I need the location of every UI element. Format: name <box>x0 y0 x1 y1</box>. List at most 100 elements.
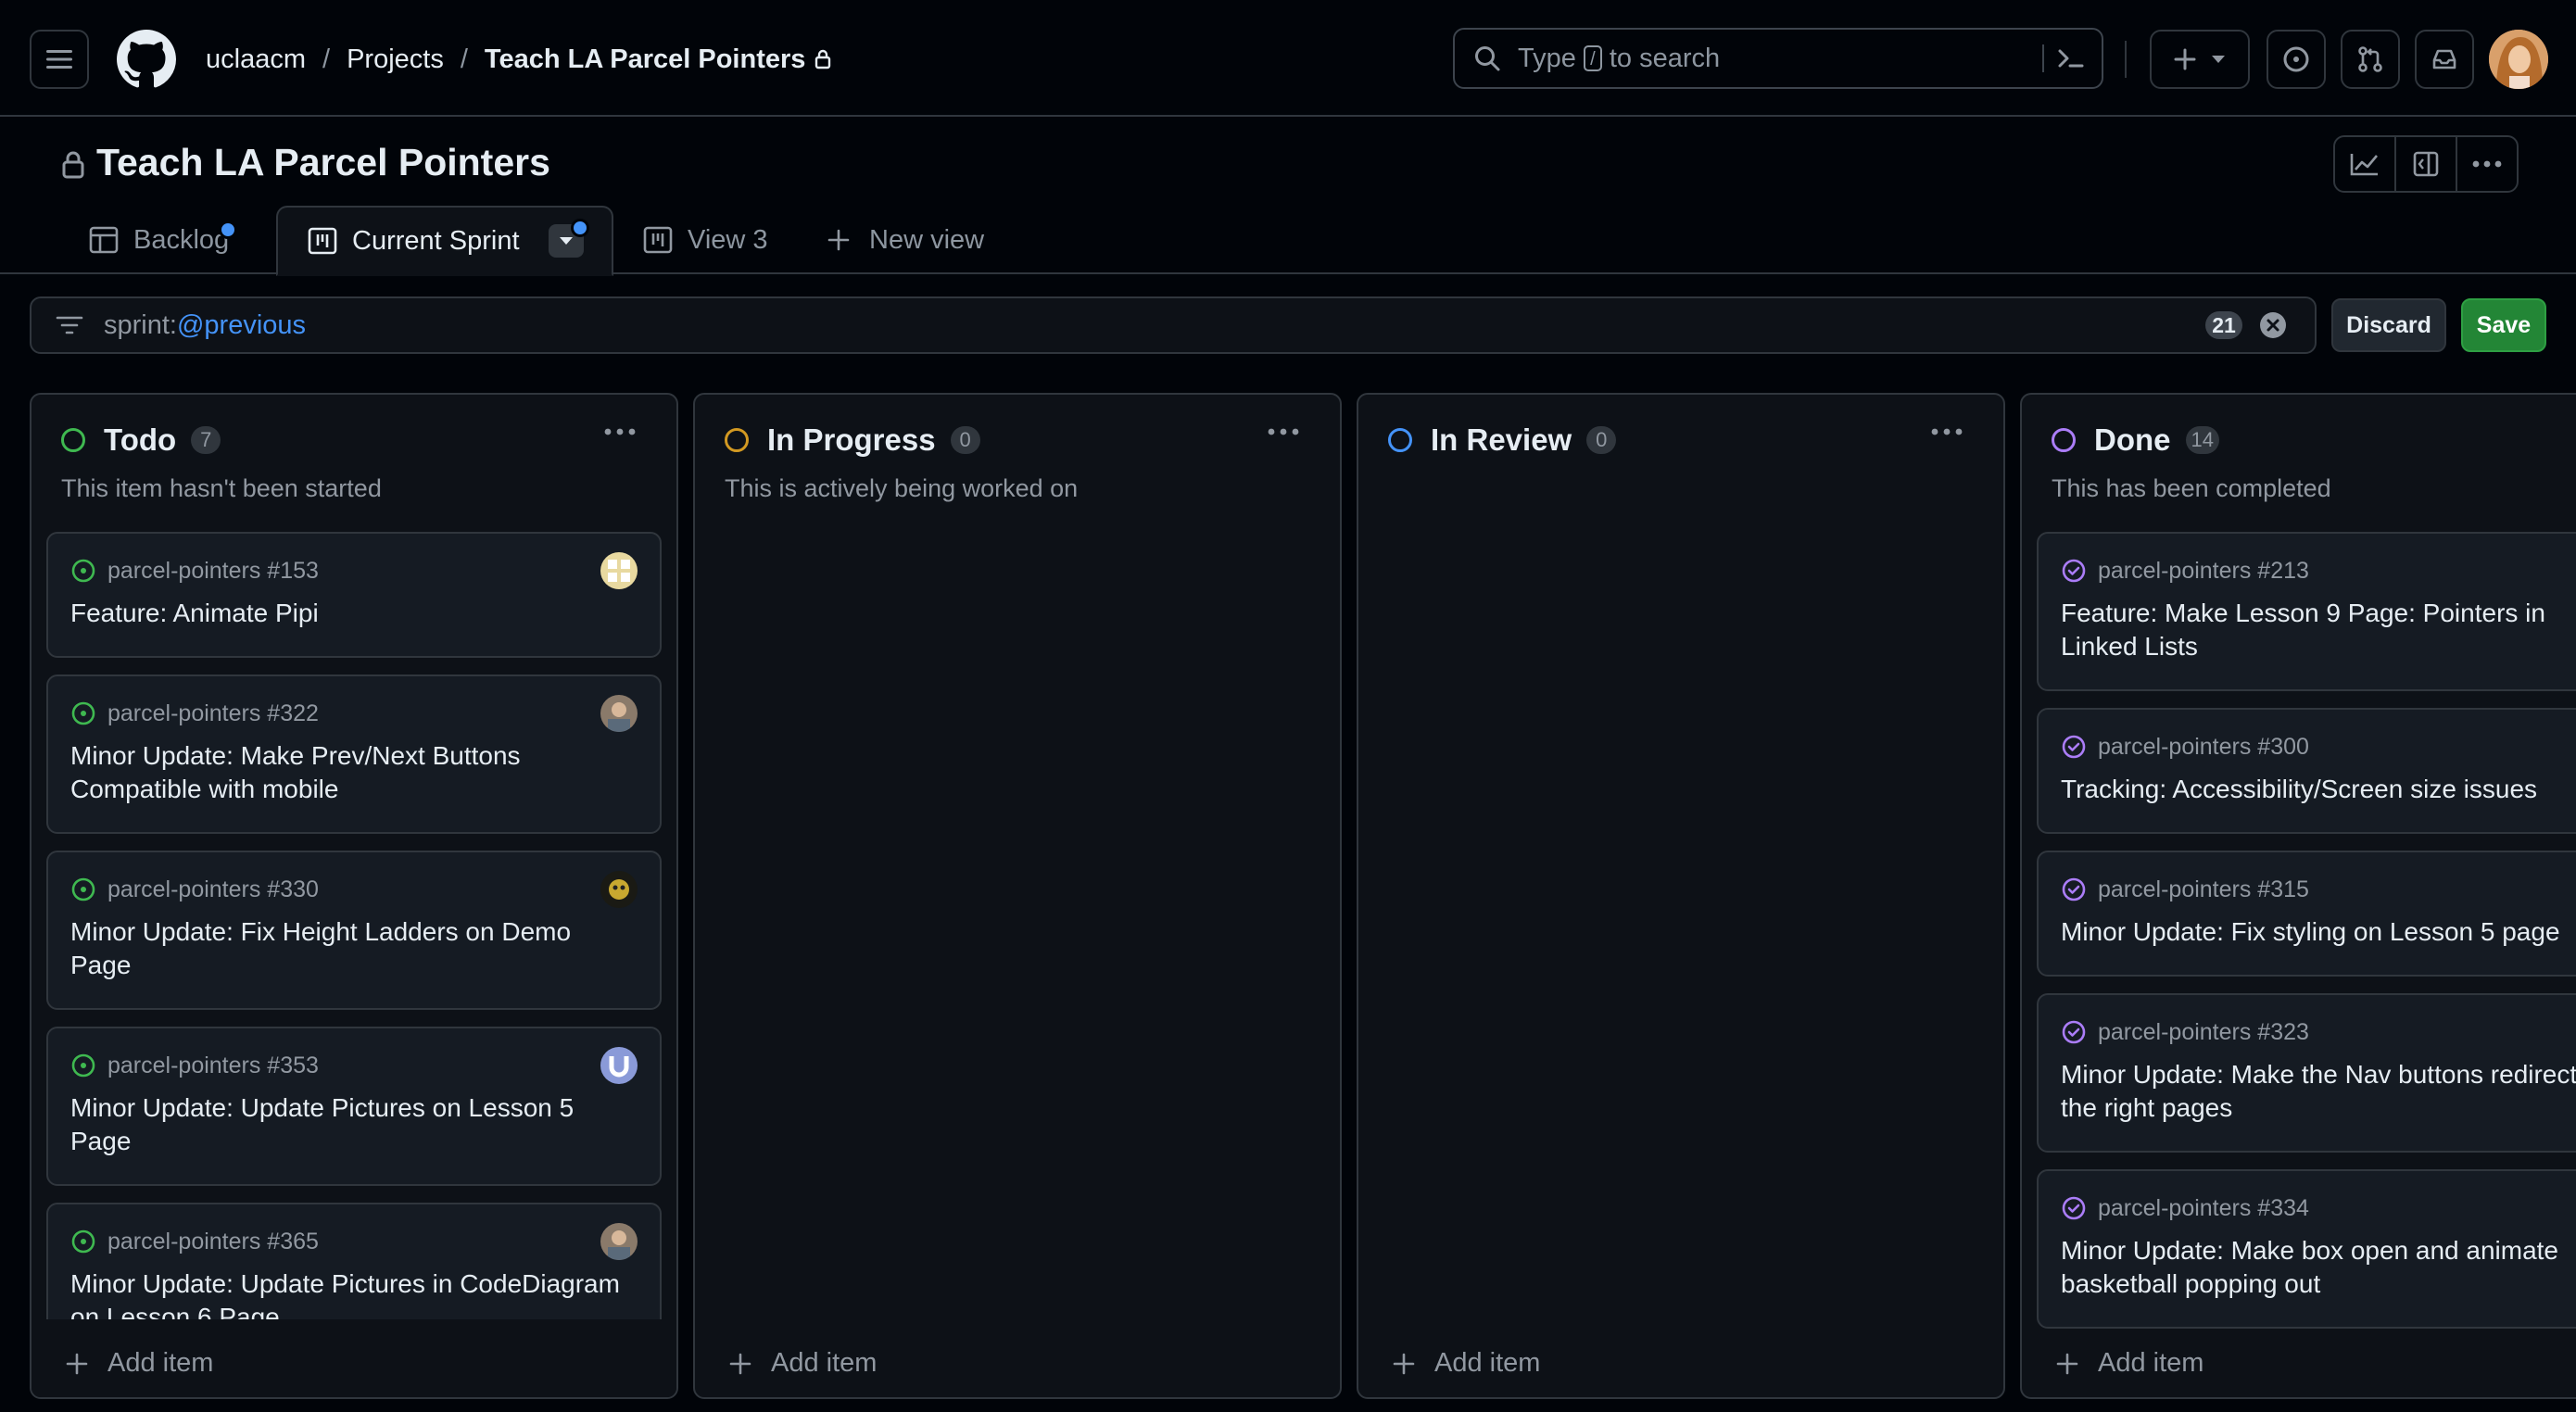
tab-label: New view <box>869 224 985 255</box>
assignee-avatar[interactable] <box>600 552 638 589</box>
breadcrumb-current-project[interactable]: Teach LA Parcel Pointers <box>485 44 806 75</box>
github-logo-icon[interactable] <box>117 30 176 89</box>
issue-card[interactable]: parcel-pointers #153 Feature: Animate Pi… <box>46 532 662 658</box>
search-placeholder-suffix: to search <box>1609 43 1721 73</box>
issue-card[interactable]: parcel-pointers #330 Minor Update: Fix H… <box>46 851 662 1010</box>
caret-down-icon <box>2212 56 2225 63</box>
menu-button[interactable] <box>30 30 89 89</box>
add-item-label: Add item <box>107 1348 214 1378</box>
search-icon <box>1473 44 1501 72</box>
issue-card[interactable]: parcel-pointers #213 Feature: Make Lesso… <box>2037 532 2576 691</box>
assignee-avatar[interactable] <box>600 1223 638 1260</box>
clear-filter-icon[interactable] <box>2259 311 2287 339</box>
assignee-avatar[interactable] <box>600 1047 638 1084</box>
save-button[interactable]: Save <box>2461 298 2546 352</box>
issue-card[interactable]: parcel-pointers #334 Minor Update: Make … <box>2037 1169 2576 1329</box>
lock-icon <box>814 49 831 69</box>
issue-ref[interactable]: parcel-pointers #213 <box>2098 558 2309 585</box>
issue-title[interactable]: Minor Update: Make the Nav buttons redir… <box>2061 1058 2576 1125</box>
insights-button[interactable] <box>2335 137 2396 191</box>
issue-ref[interactable]: parcel-pointers #322 <box>107 700 319 727</box>
column-todo: Todo 7 This item hasn't been started par… <box>30 393 678 1399</box>
discard-button[interactable]: Discard <box>2331 298 2446 352</box>
issue-ref[interactable]: parcel-pointers #315 <box>2098 876 2309 903</box>
unsaved-indicator <box>219 221 237 239</box>
add-item-button[interactable]: Add item <box>65 1348 213 1379</box>
issue-ref[interactable]: parcel-pointers #334 <box>2098 1195 2309 1222</box>
side-panel-button[interactable] <box>2396 137 2457 191</box>
breadcrumb: uclaacm / Projects / Teach LA Parcel Poi… <box>206 41 831 78</box>
issue-card[interactable]: parcel-pointers #323 Minor Update: Make … <box>2037 993 2576 1153</box>
issue-ref[interactable]: parcel-pointers #153 <box>107 558 319 585</box>
plus-icon <box>827 229 850 251</box>
issue-title[interactable]: Minor Update: Make Prev/Next Buttons Com… <box>70 739 638 806</box>
kebab-horizontal-icon <box>2472 160 2502 168</box>
page-title: Teach LA Parcel Pointers <box>96 141 550 183</box>
add-item-button[interactable]: Add item <box>1392 1348 1540 1379</box>
issue-ref[interactable]: parcel-pointers #330 <box>107 876 319 903</box>
assignee-avatar[interactable] <box>600 695 638 732</box>
plus-icon <box>66 1353 88 1374</box>
issue-card[interactable]: parcel-pointers #300 Tracking: Accessibi… <box>2037 708 2576 834</box>
tab-backlog[interactable]: Backlog <box>89 206 237 274</box>
hamburger-icon <box>46 50 72 69</box>
column-description: This is actively being worked on <box>725 474 1079 502</box>
new-view-button[interactable]: New view <box>827 206 984 274</box>
issue-title[interactable]: Minor Update: Update Pictures on Lesson … <box>70 1091 638 1158</box>
tab-label: View 3 <box>688 224 768 255</box>
issue-title[interactable]: Minor Update: Fix styling on Lesson 5 pa… <box>2061 915 2576 949</box>
issue-title[interactable]: Tracking: Accessibility/Screen size issu… <box>2061 773 2576 806</box>
issue-ref[interactable]: parcel-pointers #323 <box>2098 1019 2309 1046</box>
project-toolbar <box>2333 135 2519 193</box>
issue-ref[interactable]: parcel-pointers #365 <box>107 1229 319 1255</box>
issue-open-icon <box>70 1229 96 1254</box>
view-tabs: Backlog Current Sprint View 3 New view <box>0 206 2576 276</box>
add-item-label: Add item <box>2098 1348 2204 1378</box>
search-input[interactable]: Type / to search <box>1453 28 2103 89</box>
inbox-button[interactable] <box>2415 30 2474 89</box>
issue-closed-icon <box>2061 1019 2087 1045</box>
user-avatar[interactable] <box>2489 30 2548 89</box>
create-new-button[interactable] <box>2150 30 2250 89</box>
divider <box>2042 44 2044 72</box>
issue-card[interactable]: parcel-pointers #322 Minor Update: Make … <box>46 674 662 834</box>
breadcrumb-projects[interactable]: Projects <box>347 44 444 75</box>
tab-label: Current Sprint <box>352 225 520 256</box>
add-item-label: Add item <box>771 1348 878 1378</box>
issue-card[interactable]: parcel-pointers #315 Minor Update: Fix s… <box>2037 851 2576 977</box>
column-menu-icon[interactable] <box>1931 428 1963 435</box>
plus-icon <box>729 1353 751 1374</box>
issue-title[interactable]: Feature: Animate Pipi <box>70 597 638 630</box>
issue-title[interactable]: Feature: Make Lesson 9 Page: Pointers in… <box>2061 597 2576 663</box>
filter-icon <box>56 314 83 336</box>
column-title: In Review <box>1431 422 1572 457</box>
add-item-label: Add item <box>1434 1348 1541 1378</box>
add-item-button[interactable]: Add item <box>728 1348 877 1379</box>
filter-input[interactable]: sprint: @previous <box>30 296 2317 354</box>
issue-ref[interactable]: parcel-pointers #300 <box>2098 734 2309 761</box>
column-menu-icon[interactable] <box>1268 428 1299 435</box>
tab-current-sprint[interactable]: Current Sprint <box>276 206 613 276</box>
column-menu-icon[interactable] <box>604 428 636 435</box>
command-palette-icon[interactable] <box>2057 47 2085 69</box>
tab-view-3[interactable]: View 3 <box>643 206 768 274</box>
pull-requests-button[interactable] <box>2341 30 2400 89</box>
add-item-button[interactable]: Add item <box>2055 1348 2203 1379</box>
breadcrumb-org[interactable]: uclaacm <box>206 44 306 75</box>
issue-card[interactable]: parcel-pointers #353 Minor Update: Updat… <box>46 1027 662 1186</box>
assignee-avatar[interactable] <box>600 871 638 908</box>
table-icon <box>89 226 119 254</box>
column-in-review: In Review 0 Add item <box>1357 393 2005 1399</box>
issue-open-icon <box>70 876 96 902</box>
plus-icon <box>1393 1353 1415 1374</box>
column-title: Todo <box>104 422 177 457</box>
issue-title[interactable]: Minor Update: Make box open and animate … <box>2061 1234 2576 1301</box>
filter-query-value: @previous <box>176 309 307 340</box>
more-options-button[interactable] <box>2457 137 2517 191</box>
issue-ref[interactable]: parcel-pointers #353 <box>107 1053 319 1079</box>
lock-icon <box>61 150 85 180</box>
issue-title[interactable]: Minor Update: Fix Height Ladders on Demo… <box>70 915 638 982</box>
inbox-icon <box>2432 49 2456 69</box>
issues-button[interactable] <box>2267 30 2326 89</box>
search-shortcut-key: / <box>1583 45 1602 71</box>
